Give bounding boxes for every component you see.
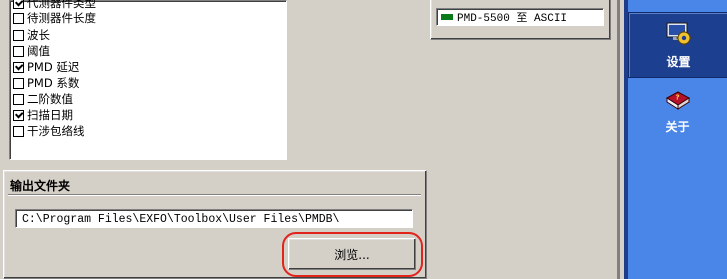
checklist-item[interactable]: PMD 延迟 (13, 60, 79, 74)
checklist-item[interactable]: 二阶数值 (13, 92, 73, 106)
checkbox[interactable] (13, 125, 24, 137)
checkbox[interactable] (13, 77, 24, 89)
checkbox[interactable] (13, 61, 24, 73)
svg-text:?: ? (675, 94, 679, 102)
checklist-item-label: 扫描日期 (27, 108, 73, 122)
checklist-item-label: 阈值 (27, 44, 50, 58)
checkbox[interactable] (13, 109, 24, 121)
checklist-item[interactable]: 代测器件类型 (13, 0, 96, 10)
output-path-field[interactable]: C:\Program Files\EXFO\Toolbox\User Files… (15, 209, 413, 228)
checklist-item-label: PMD 延迟 (27, 60, 80, 74)
checkbox[interactable] (13, 93, 24, 105)
nav-about-label: 关于 (665, 120, 690, 134)
checkbox[interactable] (13, 29, 24, 41)
checkbox[interactable] (13, 12, 24, 24)
pane-separator (617, 0, 620, 279)
nav-settings-button[interactable]: 设置 (628, 12, 727, 78)
divider (8, 195, 421, 196)
export-format-item[interactable]: PMD-5500 至 ASCII (436, 8, 604, 26)
nav-settings-label: 设置 (666, 55, 691, 69)
checkbox[interactable] (13, 45, 24, 57)
highlight-ring (282, 232, 423, 277)
export-format-label: PMD-5500 至 ASCII (457, 13, 568, 25)
checklist-item-label: 二阶数值 (27, 92, 73, 106)
nav-about-button[interactable]: ? 关于 (628, 78, 727, 142)
settings-gear-icon (665, 21, 693, 50)
checklist-item[interactable]: 扫描日期 (13, 108, 73, 122)
checkbox[interactable] (13, 0, 24, 9)
status-indicator-icon (441, 14, 453, 20)
checklist-item-label: 波长 (27, 28, 50, 42)
checklist-item-label: 干涉包络线 (27, 124, 85, 138)
checklist-item[interactable]: PMD 系数 (13, 76, 79, 90)
checklist-item[interactable]: 波长 (13, 28, 50, 42)
column-checklist: 代测器件类型 待测器件长度 波长 阈值 PMD 延迟 PMD 系数 二阶数值 扫… (9, 0, 287, 160)
output-folder-title: 输出文件夹 (10, 179, 71, 193)
checklist-item-label: 待测器件长度 (27, 11, 96, 25)
help-book-icon: ? (664, 86, 692, 115)
checklist-item[interactable]: 阈值 (13, 44, 50, 58)
checklist-item[interactable]: 干涉包络线 (13, 124, 85, 138)
checklist-item-label: PMD 系数 (27, 76, 80, 90)
checklist-item[interactable]: 待测器件长度 (13, 11, 96, 25)
